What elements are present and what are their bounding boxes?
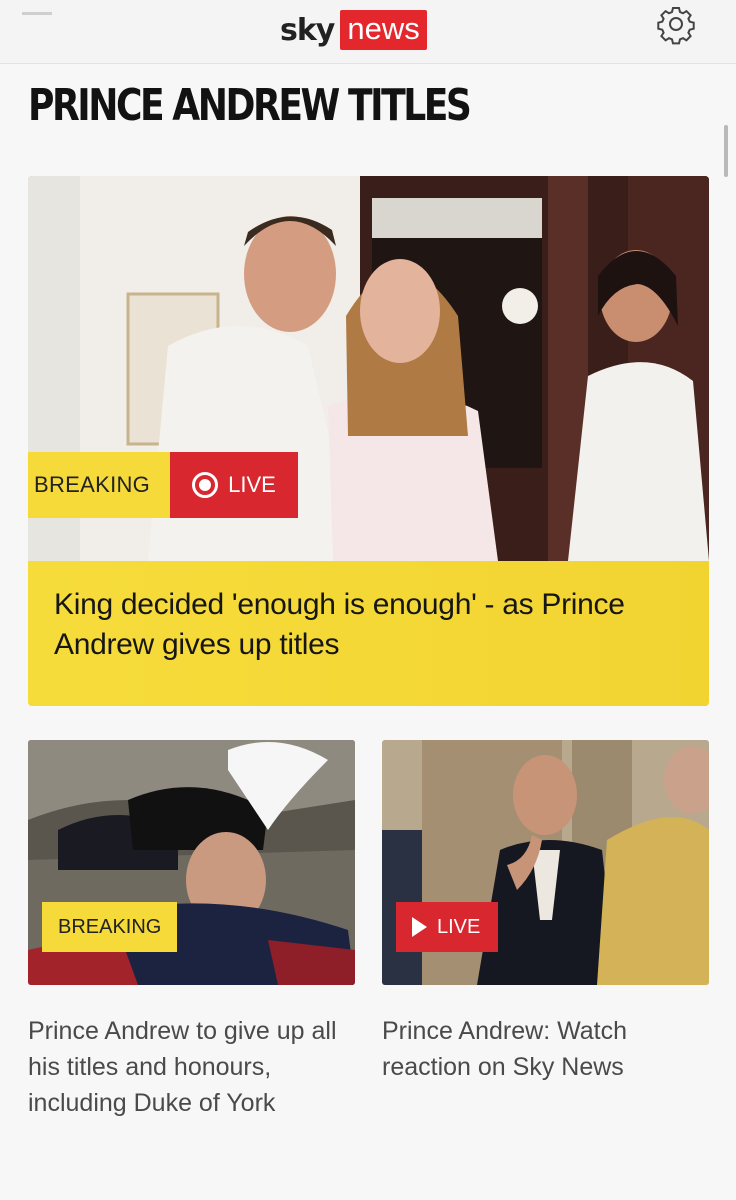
story-title[interactable]: Prince Andrew to give up all his titles …: [28, 1013, 355, 1121]
logo-sky-text: sky: [280, 12, 335, 48]
breaking-badge: BREAKING: [42, 902, 178, 952]
top-bar: sky news: [0, 0, 736, 64]
story-photo-garter: BREAKING: [28, 740, 355, 985]
story-card-titles[interactable]: BREAKING Prince Andrew to give up all hi…: [28, 740, 355, 1121]
play-icon: [412, 917, 427, 937]
story-photo-chapel: LIVE: [382, 740, 709, 985]
live-record-icon: [192, 472, 219, 498]
sky-news-logo[interactable]: sky news: [280, 8, 427, 52]
hero-badges: BREAKING LIVE: [28, 452, 298, 518]
story-card-reaction[interactable]: LIVE Prince Andrew: Watch reaction on Sk…: [382, 740, 709, 1085]
scrollbar[interactable]: [724, 125, 728, 177]
story-title[interactable]: Prince Andrew: Watch reaction on Sky New…: [382, 1013, 709, 1085]
live-badge-label: LIVE: [228, 472, 276, 497]
hero-caption: King decided 'enough is enough' - as Pri…: [28, 561, 709, 706]
hero-story-card[interactable]: BREAKING LIVE King decided 'enough is en…: [28, 176, 709, 706]
logo-news-text: news: [340, 10, 427, 50]
hero-headline[interactable]: King decided 'enough is enough' - as Pri…: [54, 585, 674, 665]
page-title: PRINCE ANDREW TITLES: [28, 80, 472, 131]
live-badge: LIVE: [170, 452, 298, 518]
live-badge-label: LIVE: [437, 915, 481, 938]
breaking-badge: BREAKING: [28, 452, 171, 518]
live-badge: LIVE: [396, 902, 499, 952]
status-indicator: [22, 12, 52, 15]
gear-icon[interactable]: [654, 2, 698, 46]
